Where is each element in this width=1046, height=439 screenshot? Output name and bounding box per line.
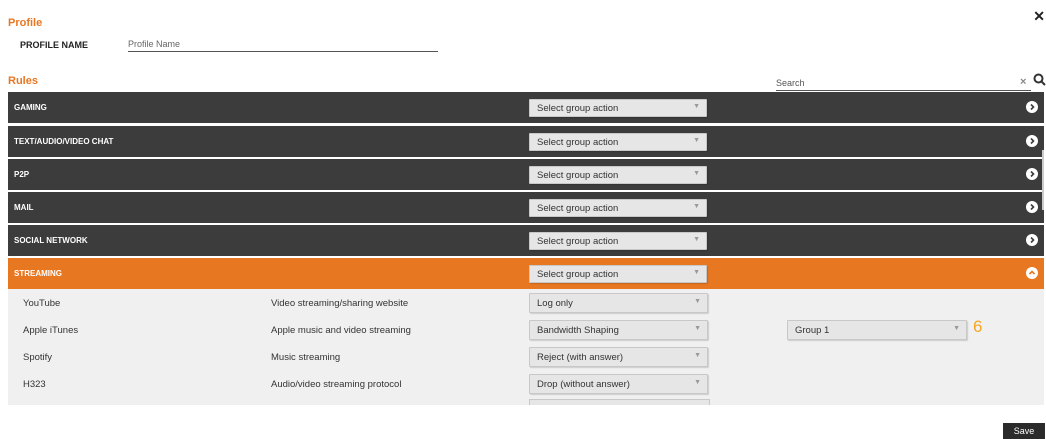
search-icon[interactable] bbox=[1033, 73, 1046, 89]
group-name: P2P bbox=[14, 170, 30, 179]
list-item: H323 Audio/video streaming protocol Drop… bbox=[8, 370, 1044, 397]
chevron-right-circle-icon[interactable] bbox=[1026, 168, 1038, 180]
select-value: Group 1 bbox=[795, 325, 830, 336]
chevron-right-circle-icon[interactable] bbox=[1026, 234, 1038, 246]
chevron-down-icon: ▼ bbox=[693, 103, 700, 110]
list-item: Apple iTunes Apple music and video strea… bbox=[8, 316, 1044, 343]
group-row-text-audio-video-chat[interactable]: TEXT/AUDIO/VIDEO CHAT Select group actio… bbox=[8, 126, 1044, 157]
profile-name-label: PROFILE NAME bbox=[20, 40, 89, 50]
select-value: Bandwidth Shaping bbox=[537, 325, 619, 336]
select-value: Reject (with answer) bbox=[537, 352, 624, 363]
rules-list: GAMING Select group action ▼ TEXT/AUDIO/… bbox=[8, 92, 1044, 405]
group-row-mail[interactable]: MAIL Select group action ▼ bbox=[8, 192, 1044, 223]
close-icon[interactable]: ✕ bbox=[1033, 8, 1045, 25]
group-action-select[interactable]: Select group action ▼ bbox=[529, 232, 707, 250]
group-action-select[interactable]: Select group action ▼ bbox=[529, 166, 707, 184]
group-name: TEXT/AUDIO/VIDEO CHAT bbox=[14, 137, 114, 146]
group-row-streaming[interactable]: STREAMING Select group action ▼ bbox=[8, 258, 1044, 289]
app-action-select[interactable]: Log only ▼ bbox=[529, 293, 708, 313]
search-input[interactable] bbox=[776, 76, 1031, 91]
group-action-select[interactable]: Select group action ▼ bbox=[529, 199, 707, 217]
group-name: SOCIAL NETWORK bbox=[14, 236, 88, 245]
select-value: Log only bbox=[537, 298, 573, 309]
app-description: Audio/video streaming protocol bbox=[271, 379, 402, 390]
select-value: Select group action bbox=[537, 203, 619, 214]
chevron-down-icon: ▼ bbox=[694, 352, 701, 359]
scrollbar[interactable] bbox=[1042, 150, 1044, 210]
chevron-right-circle-icon[interactable] bbox=[1026, 135, 1038, 147]
chevron-down-icon: ▼ bbox=[953, 325, 960, 332]
annotation-number: 6 bbox=[973, 317, 983, 336]
chevron-down-icon: ▼ bbox=[694, 325, 701, 332]
chevron-down-icon: ▼ bbox=[693, 170, 700, 177]
profile-section-title: Profile bbox=[8, 17, 43, 29]
app-description: Apple music and video streaming bbox=[271, 325, 411, 336]
group-name: STREAMING bbox=[14, 269, 62, 278]
chevron-right-circle-icon[interactable] bbox=[1026, 201, 1038, 213]
app-name: Apple iTunes bbox=[23, 325, 79, 336]
group-name: MAIL bbox=[14, 203, 34, 212]
select-value: Select group action bbox=[537, 236, 619, 247]
group-action-select[interactable]: Select group action ▼ bbox=[529, 265, 707, 283]
bandwidth-group-select[interactable]: Group 1 ▼ bbox=[787, 320, 967, 340]
rules-section-title: Rules bbox=[8, 75, 38, 87]
chevron-down-icon: ▼ bbox=[693, 236, 700, 243]
app-description: Video streaming/sharing website bbox=[271, 298, 409, 309]
group-action-select[interactable]: Select group action ▼ bbox=[529, 99, 707, 117]
group-action-select[interactable]: Select group action ▼ bbox=[529, 133, 707, 151]
chevron-up-circle-icon[interactable] bbox=[1026, 267, 1038, 279]
save-button[interactable]: Save bbox=[1003, 423, 1045, 439]
list-item: YouTube Video streaming/sharing website … bbox=[8, 289, 1044, 316]
streaming-apps-list: YouTube Video streaming/sharing website … bbox=[8, 289, 1044, 405]
app-description: Music streaming bbox=[271, 352, 341, 363]
profile-name-input[interactable] bbox=[128, 37, 438, 52]
select-value: Drop (without answer) bbox=[537, 379, 630, 390]
group-row-p2p[interactable]: P2P Select group action ▼ bbox=[8, 159, 1044, 190]
app-action-select[interactable]: Bandwidth Shaping ▼ bbox=[529, 320, 708, 340]
chevron-right-circle-icon[interactable] bbox=[1026, 101, 1038, 113]
app-name: H323 bbox=[23, 379, 46, 390]
select-value: Select group action bbox=[537, 103, 619, 114]
chevron-down-icon: ▼ bbox=[693, 203, 700, 210]
group-row-gaming[interactable]: GAMING Select group action ▼ bbox=[8, 92, 1044, 123]
app-action-select-partial[interactable] bbox=[529, 399, 710, 405]
search-clear-icon[interactable]: × bbox=[1020, 76, 1026, 88]
group-name: GAMING bbox=[14, 103, 47, 112]
select-value: Select group action bbox=[537, 137, 619, 148]
app-action-select[interactable]: Reject (with answer) ▼ bbox=[529, 347, 708, 367]
chevron-down-icon: ▼ bbox=[694, 379, 701, 386]
group-row-social-network[interactable]: SOCIAL NETWORK Select group action ▼ bbox=[8, 225, 1044, 256]
chevron-down-icon: ▼ bbox=[693, 269, 700, 276]
chevron-down-icon: ▼ bbox=[693, 137, 700, 144]
app-name: YouTube bbox=[23, 298, 61, 309]
list-item: Spotify Music streaming Reject (with ans… bbox=[8, 343, 1044, 370]
app-action-select[interactable]: Drop (without answer) ▼ bbox=[529, 374, 708, 394]
app-name: Spotify bbox=[23, 352, 53, 363]
select-value: Select group action bbox=[537, 170, 619, 181]
select-value: Select group action bbox=[537, 269, 619, 280]
chevron-down-icon: ▼ bbox=[694, 298, 701, 305]
